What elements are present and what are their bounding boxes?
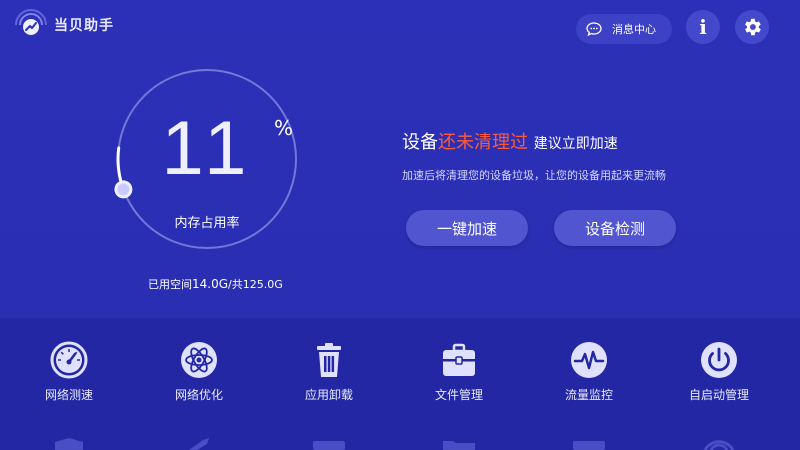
- speedometer-icon: [50, 341, 88, 379]
- shield-icon: [55, 438, 83, 450]
- wifi-icon: [703, 440, 735, 450]
- tool-network-optimize[interactable]: 网络优化: [144, 340, 254, 403]
- app-logo-icon: [15, 9, 47, 35]
- storage-total: 125.0G: [242, 278, 283, 291]
- storage-separator: /共: [228, 278, 243, 291]
- message-center-label: 消息中心: [612, 23, 656, 36]
- tool-row2-item[interactable]: [534, 438, 644, 450]
- memory-usage-label: 内存占用率: [174, 216, 240, 231]
- app-grid-icon: [313, 441, 345, 450]
- tool-row2-item[interactable]: [144, 438, 254, 450]
- tool-label: 流量监控: [564, 388, 613, 402]
- rocket-icon: [189, 438, 209, 450]
- app-brand: 当贝助手: [14, 8, 114, 42]
- status-prefix: 设备: [402, 132, 438, 153]
- memory-gauge: 11 % 内存占用率: [112, 64, 302, 254]
- folder-icon: [443, 441, 475, 450]
- one-click-accelerate-button[interactable]: 一键加速: [406, 210, 528, 246]
- tool-traffic-monitor[interactable]: 流量监控: [534, 340, 644, 403]
- tool-label: 文件管理: [434, 388, 483, 402]
- tool-autostart-manager[interactable]: 自启动管理: [664, 340, 774, 403]
- tool-label: 网络优化: [174, 388, 223, 402]
- settings-button[interactable]: [735, 10, 769, 44]
- chat-bubble-icon: [586, 22, 602, 37]
- trash-icon: [317, 343, 341, 377]
- memory-usage-unit: %: [274, 116, 294, 140]
- storage-used: 14.0G: [192, 277, 229, 291]
- tool-file-manager[interactable]: 文件管理: [404, 340, 514, 403]
- tool-row2-item[interactable]: [404, 438, 514, 450]
- tool-row2-item[interactable]: [664, 438, 774, 450]
- app-name: 当贝助手: [54, 18, 114, 34]
- briefcase-icon: [443, 343, 475, 376]
- tool-row2-item[interactable]: [274, 438, 384, 450]
- status-highlight: 还未清理过: [438, 132, 528, 153]
- pulse-icon: [571, 342, 607, 378]
- power-icon: [701, 342, 737, 378]
- atom-icon: [181, 342, 217, 378]
- tool-label: 自启动管理: [688, 388, 749, 402]
- gear-icon: [745, 18, 761, 36]
- storage-usage: 已用空间14.0G/共125.0G: [148, 276, 283, 292]
- tool-app-uninstall[interactable]: 应用卸载: [274, 340, 384, 403]
- image-icon: [573, 441, 605, 450]
- storage-usage-prefix: 已用空间: [148, 278, 192, 291]
- info-icon: i: [699, 15, 707, 39]
- device-check-button[interactable]: 设备检测: [554, 210, 676, 246]
- tool-network-speed-test[interactable]: 网络测速: [14, 340, 124, 403]
- status-suffix: 建议立即加速: [533, 136, 618, 152]
- tool-label: 网络测速: [44, 388, 93, 402]
- tool-row2-item[interactable]: [14, 438, 124, 450]
- status-headline: 设备还未清理过 建议立即加速: [402, 128, 618, 154]
- status-subtitle: 加速后将清理您的设备垃圾，让您的设备用起来更流畅: [402, 169, 666, 182]
- info-button[interactable]: i: [686, 10, 720, 44]
- tool-label: 应用卸载: [304, 388, 353, 402]
- message-center-button[interactable]: 消息中心: [576, 14, 672, 44]
